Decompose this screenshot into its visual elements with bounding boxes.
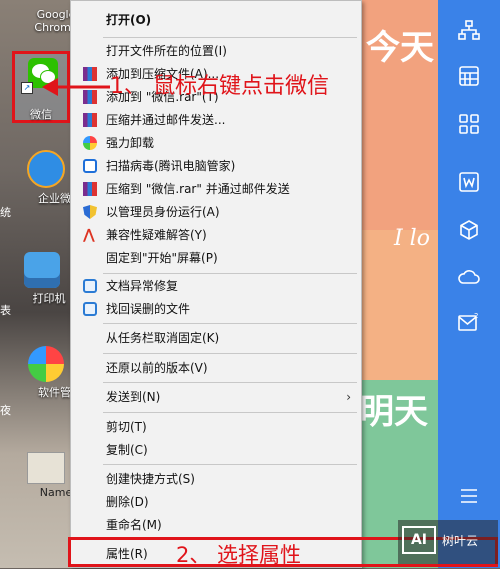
menu-item-cut[interactable]: 剪切(T): [71, 416, 361, 438]
menu-item-rename[interactable]: 重命名(M): [71, 514, 361, 536]
menu-item-label: 复制(C): [106, 443, 148, 457]
cloud-icon[interactable]: [456, 264, 482, 288]
word-icon[interactable]: [456, 170, 482, 194]
menu-item-label: 强力卸载: [106, 136, 155, 150]
desktop-edge-text: 统: [0, 206, 11, 219]
printer-icon: [24, 252, 60, 288]
grid-apps-icon[interactable]: [456, 112, 482, 136]
desktop-edge-text: 夜: [0, 404, 11, 417]
watermark: AI 树叶云: [398, 520, 498, 564]
recover-icon: [83, 302, 97, 316]
menu-item-label: 打开(O): [106, 13, 152, 27]
doc-repair-icon: [83, 279, 97, 293]
desktop-icon-label: 打印机: [32, 292, 66, 305]
menu-item-recover-files[interactable]: 找回误删的文件: [71, 298, 361, 320]
menu-separator: [103, 412, 357, 413]
antivirus-icon: [83, 159, 97, 173]
compat-icon: ⋀: [83, 227, 95, 243]
desktop-edge-text: 表: [0, 304, 11, 317]
calculator-icon[interactable]: [456, 64, 482, 88]
menu-separator: [103, 37, 357, 38]
file-icon: [27, 452, 65, 484]
menu-item-label: 删除(D): [106, 495, 149, 509]
menu-item-pin-start[interactable]: 固定到"开始"屏幕(P): [71, 247, 361, 269]
menu-item-label: 剪切(T): [106, 420, 147, 434]
menu-separator: [103, 273, 357, 274]
menu-item-open[interactable]: 打开(O): [71, 9, 361, 31]
wallpaper-text: 明天: [360, 392, 428, 432]
menu-item-label: 压缩到 "微信.rar" 并通过邮件发送: [106, 182, 290, 196]
menu-item-copy[interactable]: 复制(C): [71, 439, 361, 461]
desktop-icon-printer[interactable]: 打印机: [6, 252, 78, 306]
annotation-step1: 1、 鼠标右键点击微信: [110, 74, 329, 99]
annotation-arrow: [42, 78, 110, 96]
wecom-icon: [27, 150, 65, 188]
menu-item-run-as-admin[interactable]: 以管理员身份运行(A): [71, 201, 361, 223]
menu-item-label: 发送到(N): [106, 390, 161, 404]
menu-item-label: 打开文件所在的位置(I): [106, 44, 227, 58]
menu-item-unpin-taskbar[interactable]: 从任务栏取消固定(K): [71, 327, 361, 349]
menu-item-label: 以管理员身份运行(A): [106, 205, 220, 219]
menu-item-label: 还原以前的版本(V): [106, 361, 208, 375]
menu-separator: [103, 464, 357, 465]
menu-item-compress-email[interactable]: 压缩并通过邮件发送...: [71, 109, 361, 131]
cube-icon[interactable]: [456, 218, 482, 242]
menu-item-compatibility[interactable]: ⋀ 兼容性疑难解答(Y): [71, 224, 361, 246]
menu-item-create-shortcut[interactable]: 创建快捷方式(S): [71, 468, 361, 490]
menu-item-open-location[interactable]: 打开文件所在的位置(I): [71, 40, 361, 62]
menu-item-compress-rar-email[interactable]: 压缩到 "微信.rar" 并通过邮件发送: [71, 178, 361, 200]
menu-separator: [103, 323, 357, 324]
menu-item-label: 从任务栏取消固定(K): [106, 331, 220, 345]
menu-separator: [103, 353, 357, 354]
shield-icon: [83, 205, 97, 219]
svg-text:2: 2: [474, 312, 478, 320]
menu-icon[interactable]: [456, 484, 482, 508]
shortcut-arrow-icon: ↗: [21, 82, 33, 94]
menu-item-label: 扫描病毒(腾讯电脑管家): [106, 159, 236, 173]
org-chart-icon[interactable]: [456, 18, 482, 42]
menu-item-label: 固定到"开始"屏幕(P): [106, 251, 218, 265]
wallpaper-panel: [360, 230, 440, 380]
right-sidebar: 2: [438, 0, 500, 568]
wallpaper-text: I lo: [394, 226, 430, 251]
watermark-logo: AI: [402, 526, 436, 554]
menu-item-label: 重命名(M): [106, 518, 162, 532]
wallpaper-text: 今天: [366, 28, 434, 68]
desktop-icon-label: 微信: [30, 108, 52, 121]
menu-item-label: 文档异常修复: [106, 279, 179, 293]
menu-item-label: 压缩并通过邮件发送...: [106, 113, 226, 127]
menu-item-virus-scan[interactable]: 扫描病毒(腾讯电脑管家): [71, 155, 361, 177]
menu-item-force-uninstall[interactable]: 强力卸载: [71, 132, 361, 154]
annotation-step2: 2、 选择属性: [176, 543, 302, 567]
menu-item-label: 找回误删的文件: [106, 302, 191, 316]
menu-separator: [103, 382, 357, 383]
uninstall-icon: [83, 136, 97, 150]
menu-item-doc-repair[interactable]: 文档异常修复: [71, 275, 361, 297]
menu-item-label: 兼容性疑难解答(Y): [106, 228, 207, 242]
winrar-icon: [83, 113, 97, 127]
software-manager-icon: [28, 346, 64, 382]
chevron-right-icon: ›: [346, 390, 351, 404]
winrar-icon: [83, 182, 97, 196]
mail-icon[interactable]: 2: [456, 310, 482, 334]
watermark-text: 树叶云: [442, 534, 479, 548]
menu-item-restore-versions[interactable]: 还原以前的版本(V): [71, 357, 361, 379]
menu-item-label: 创建快捷方式(S): [106, 472, 195, 486]
menu-item-delete[interactable]: 删除(D): [71, 491, 361, 513]
menu-item-send-to[interactable]: 发送到(N) ›: [71, 386, 361, 408]
wallpaper: 今天 I lo 明天: [360, 0, 440, 568]
